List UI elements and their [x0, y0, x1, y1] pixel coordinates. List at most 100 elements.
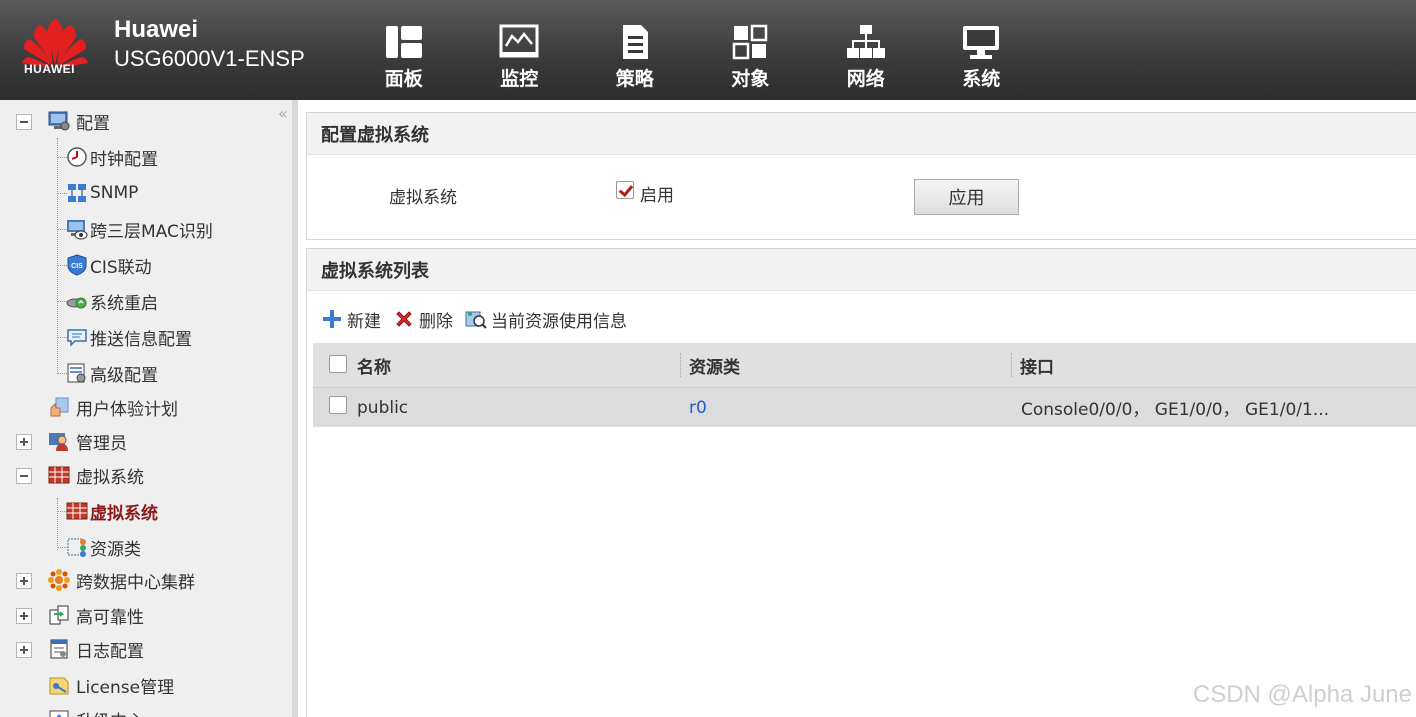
tree-guide-line: [57, 498, 58, 550]
svg-text:CIS: CIS: [71, 263, 83, 270]
sidebar-item-high-availability[interactable]: 高可靠性: [48, 600, 144, 630]
sidebar-item-label: 日志配置: [76, 641, 144, 662]
sidebar-item-label: 高可靠性: [76, 607, 144, 628]
sidebar-item-label: 推送信息配置: [90, 329, 192, 350]
panel-title: 配置虚拟系统: [307, 113, 1416, 155]
collapse-sidebar-icon[interactable]: «: [278, 104, 288, 123]
log-config-icon: [50, 639, 68, 659]
table-header: 名称 资源类 接口: [313, 343, 1416, 387]
nav-monitor[interactable]: 监控: [462, 0, 578, 100]
sidebar-item-cross-dc-cluster[interactable]: 跨数据中心集群: [48, 565, 195, 595]
sidebar-item-label: 高级配置: [90, 365, 158, 386]
sidebar-item-label: 资源类: [90, 539, 141, 560]
virtual-system-icon: [66, 502, 88, 520]
expand-toggle[interactable]: [16, 642, 32, 658]
column-header-resource-class[interactable]: 资源类: [689, 343, 740, 387]
column-header-interface[interactable]: 接口: [1020, 343, 1054, 387]
sidebar-item-advanced[interactable]: 高级配置: [66, 358, 158, 388]
row-resource-class-link[interactable]: r0: [689, 388, 707, 427]
sidebar-tree: « 配置 时钟配置 SNMP 跨三层MAC识别 CIS CIS联动 系统重启 推…: [0, 100, 298, 717]
nav-dashboard[interactable]: 面板: [346, 0, 462, 100]
sidebar-item-license[interactable]: License管理: [48, 670, 174, 700]
expand-toggle[interactable]: [16, 573, 32, 589]
sidebar-item-l3-mac[interactable]: 跨三层MAC识别: [66, 214, 213, 244]
nav-label: 对象: [731, 68, 770, 90]
sidebar-item-label: 升级中心: [76, 707, 144, 717]
nav-label: 网络: [846, 68, 885, 90]
device-model: USG6000V1-ENSP: [114, 46, 305, 71]
brand-name: Huawei: [114, 16, 199, 43]
sidebar-item-label: CIS联动: [90, 257, 152, 278]
license-key-icon: [49, 677, 69, 695]
sidebar-item-virtual-system[interactable]: 虚拟系统: [66, 496, 158, 526]
delete-button[interactable]: 删除: [393, 307, 453, 332]
cis-shield-icon: CIS: [67, 254, 87, 276]
sidebar-item-label: 管理员: [76, 433, 127, 454]
watermark: CSDN @Alpha June: [1192, 681, 1412, 708]
nav-label: 面板: [384, 68, 423, 90]
high-availability-icon: [49, 605, 69, 625]
resource-usage-button[interactable]: 当前资源使用信息: [465, 307, 627, 332]
sidebar-item-virtual-system-group[interactable]: 虚拟系统: [48, 460, 144, 490]
policy-document-icon: [622, 25, 648, 59]
collapse-toggle[interactable]: [16, 114, 32, 130]
enable-label[interactable]: 启用: [640, 181, 674, 206]
column-header-name[interactable]: 名称: [357, 343, 391, 387]
new-label: 新建: [347, 311, 381, 332]
expand-toggle[interactable]: [16, 434, 32, 450]
sidebar-item-upgrade-center[interactable]: 升级中心: [48, 704, 144, 717]
logo-text: HUAWEI: [24, 62, 75, 76]
delete-x-icon: [396, 311, 412, 327]
sidebar-item-reboot[interactable]: 系统重启: [66, 286, 158, 316]
virtual-system-field-label: 虚拟系统: [389, 188, 457, 208]
list-toolbar: 新建 删除 当前资源使用信息: [321, 305, 639, 333]
resource-usage-label: 当前资源使用信息: [491, 311, 627, 332]
row-checkbox[interactable]: [329, 396, 347, 414]
sidebar-item-cis[interactable]: CIS CIS联动: [66, 250, 152, 280]
sidebar-item-push-info[interactable]: 推送信息配置: [66, 322, 192, 352]
sidebar-item-label: 时钟配置: [90, 149, 158, 170]
virtual-system-list-panel: 虚拟系统列表 新建 删除 当前资源使用信息 名称 资源类 接口 public r…: [306, 248, 1416, 717]
sidebar-item-log-config[interactable]: 日志配置: [48, 634, 144, 664]
sidebar-item-ux-plan[interactable]: 用户体验计划: [48, 392, 178, 422]
nav-policy[interactable]: 策略: [577, 0, 693, 100]
sidebar-item-clock[interactable]: 时钟配置: [66, 142, 158, 172]
sidebar-item-label: 跨三层MAC识别: [90, 221, 213, 242]
collapse-toggle[interactable]: [16, 468, 32, 484]
top-header: HUAWEI Huawei USG6000V1-ENSP 面板 监控 策略 对象…: [0, 0, 1416, 100]
dashboard-icon: [385, 26, 422, 58]
advanced-config-icon: [67, 363, 86, 383]
sidebar-item-resource-class[interactable]: 资源类: [66, 532, 141, 562]
user-experience-icon: [50, 397, 69, 417]
expand-toggle[interactable]: [16, 608, 32, 624]
brand-block: Huawei USG6000V1-ENSP: [114, 16, 305, 74]
sidebar-item-snmp[interactable]: SNMP: [66, 178, 138, 208]
monitor-chart-icon: [499, 24, 539, 58]
apply-button[interactable]: 应用: [914, 179, 1019, 215]
nav-label: 系统: [962, 68, 1001, 90]
sidebar-item-admin[interactable]: 管理员: [48, 426, 127, 456]
table-row[interactable]: public r0 Console0/0/0， GE1/0/0， GE1/0/1…: [313, 387, 1416, 427]
nav-objects[interactable]: 对象: [693, 0, 809, 100]
main-content: 配置虚拟系统 虚拟系统 启用 应用 虚拟系统列表 新建 删除 当前资源使用信息 …: [304, 100, 1416, 717]
panel-title: 虚拟系统列表: [307, 249, 1416, 291]
sidebar-item-label: 用户体验计划: [76, 399, 178, 420]
enable-virtual-system-checkbox[interactable]: [616, 181, 634, 199]
sidebar-item-label: License管理: [76, 677, 175, 698]
sidebar-item-config[interactable]: 配置: [48, 106, 110, 136]
upgrade-center-icon: [49, 710, 69, 717]
sidebar-item-label: 虚拟系统: [76, 467, 144, 488]
nav-label: 策略: [615, 68, 654, 90]
nav-system[interactable]: 系统: [924, 0, 1040, 100]
nav-label: 监控: [500, 68, 539, 90]
config-virtual-system-panel: 配置虚拟系统 虚拟系统 启用 应用: [306, 112, 1416, 240]
select-all-checkbox[interactable]: [329, 355, 347, 373]
system-monitor-icon: [963, 26, 1000, 59]
reboot-icon: [66, 297, 87, 309]
new-button[interactable]: 新建: [321, 307, 381, 332]
nav-network[interactable]: 网络: [808, 0, 924, 100]
plus-icon: [323, 310, 341, 328]
config-monitor-icon: [48, 111, 70, 131]
sidebar-item-label: 配置: [76, 113, 110, 134]
objects-icon: [733, 24, 768, 60]
